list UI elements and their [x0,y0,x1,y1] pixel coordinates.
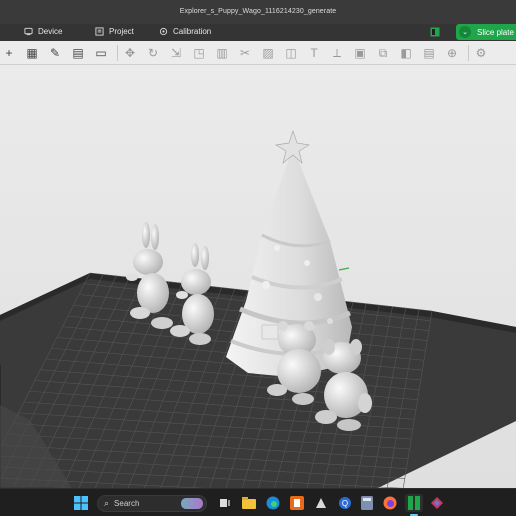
menu-calibration-label: Calibration [173,27,212,36]
edit-icon[interactable]: ✎ [46,44,64,62]
bambu-alt-icon[interactable] [428,494,446,512]
slice-plate-label: Slice plate [477,27,514,37]
project-icon [95,27,104,36]
seam-paint-icon[interactable]: ◫ [282,44,300,62]
text-icon[interactable]: T [305,44,323,62]
explorer-alt-icon[interactable]: Q [336,494,354,512]
split-icon[interactable]: ▥ [213,44,231,62]
menu-device[interactable]: Device [24,27,62,36]
menu-bar: Device Project Calibration ⌄ Slice plate [0,24,516,41]
menu-project-label: Project [109,27,134,36]
slicer-app-icon[interactable] [288,494,306,512]
3d-viewport[interactable] [0,65,516,488]
svg-text:Q: Q [342,499,348,508]
calculator-icon[interactable] [358,494,376,512]
variable-layer-icon[interactable]: ▤ [420,44,438,62]
settings-icon[interactable]: ⚙ [472,44,490,62]
toolbar: + ▦ ✎ ▤ ▭ ✥ ↻ ⇲ ◳ ▥ ✂ ▨ ◫ T ⟂ ▣ ⧉ ◧ ▤ ⊕ ⚙ [0,41,516,65]
orient-icon[interactable]: ◧ [397,44,415,62]
firefox-icon[interactable] [381,494,399,512]
move-icon[interactable]: ✥ [121,44,139,62]
add-icon[interactable]: + [0,44,18,62]
task-view-icon[interactable] [216,494,234,512]
edge-icon[interactable] [264,494,282,512]
calibration-icon [159,27,168,36]
layout-icon[interactable]: ▤ [69,44,87,62]
grid-icon[interactable]: ▦ [23,44,41,62]
taskbar-search[interactable]: ⌕ Search [97,495,207,512]
bambu-studio-icon[interactable] [405,494,423,512]
taskbar: ⌕ Search Q [0,488,516,516]
file-explorer-icon[interactable] [240,494,258,512]
window-title: Explorer_s_Puppy_Wago_1116214230_generat… [179,8,337,15]
weather-widget-icon [181,498,203,509]
scene-canvas[interactable] [0,65,516,488]
device-icon [24,27,33,36]
assembly-icon[interactable]: ▣ [351,44,369,62]
plate-icon[interactable]: ▭ [92,44,110,62]
measure-icon[interactable]: ⟂ [328,44,346,62]
menu-calibration[interactable]: Calibration [159,27,211,36]
chevron-down-icon[interactable]: ⌄ [459,26,471,38]
cura-icon[interactable] [312,494,330,512]
windows-start-icon[interactable] [72,494,90,512]
support-paint-icon[interactable]: ▨ [259,44,277,62]
preview-toggle-icon[interactable] [430,27,440,37]
toolbar-separator [117,45,118,61]
rotate-icon[interactable]: ↻ [144,44,162,62]
title-bar: Explorer_s_Puppy_Wago_1116214230_generat… [0,0,516,24]
menu-project[interactable]: Project [95,27,134,36]
cut-icon[interactable]: ✂ [236,44,254,62]
toolbar-separator [468,45,469,61]
mesh-boolean-icon[interactable]: ⊕ [443,44,461,62]
slice-plate-button[interactable]: ⌄ Slice plate [456,24,516,40]
search-icon: ⌕ [104,498,110,508]
menu-device-label: Device [38,27,63,36]
scale-icon[interactable]: ⇲ [167,44,185,62]
arrange-icon[interactable]: ⧉ [374,44,392,62]
search-placeholder: Search [114,499,140,508]
lay-on-face-icon[interactable]: ◳ [190,44,208,62]
